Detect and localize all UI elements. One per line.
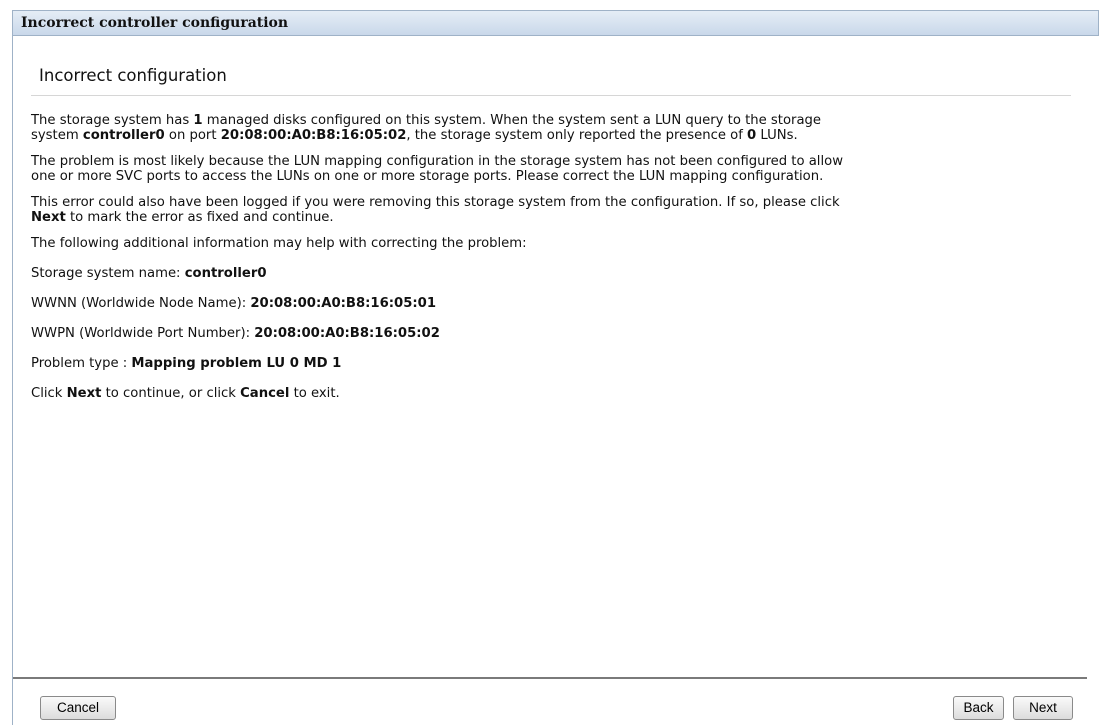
dialog-window: Incorrect controller configuration Incor… (12, 10, 1099, 725)
text: The storage system has (31, 113, 194, 128)
text: to mark the error as fixed and continue. (65, 210, 334, 225)
dialog-content: Incorrect configuration The storage syst… (13, 66, 1099, 401)
value: controller0 (184, 266, 267, 281)
info-storage-name: Storage system name: controller0 (31, 266, 1071, 281)
text: LUNs. (756, 128, 798, 143)
paragraph-problem: The problem is most likely because the L… (31, 154, 1071, 184)
paragraph-additional-info: The following additional information may… (31, 236, 527, 251)
paragraph-lun-query: The storage system has 1 managed disks c… (31, 113, 1071, 143)
footer-divider (13, 677, 1087, 679)
text: to exit. (289, 386, 340, 401)
disk-count: 1 (193, 113, 203, 128)
value: 20:08:00:A0:B8:16:05:01 (250, 296, 436, 311)
paragraph-removal: This error could also have been logged i… (31, 195, 1071, 225)
value: 20:08:00:A0:B8:16:05:02 (254, 326, 440, 341)
text: system (31, 128, 83, 143)
lun-count: 0 (747, 128, 757, 143)
text: Click (31, 386, 67, 401)
value: Mapping problem LU 0 MD 1 (131, 356, 342, 371)
text: The problem is most likely because the L… (31, 154, 843, 169)
text: This error could also have been logged i… (31, 195, 840, 210)
label: Problem type : (31, 356, 132, 371)
controller-name: controller0 (82, 128, 165, 143)
page-heading: Incorrect configuration (31, 66, 1071, 96)
text: on port (164, 128, 221, 143)
info-wwpn: WWPN (Worldwide Port Number): 20:08:00:A… (31, 326, 1071, 341)
next-button[interactable]: Next (1013, 696, 1073, 720)
label: WWNN (Worldwide Node Name): (31, 296, 251, 311)
label: Storage system name: (31, 266, 185, 281)
port-id: 20:08:00:A0:B8:16:05:02 (220, 128, 407, 143)
closing-instructions: Click Next to continue, or click Cancel … (31, 386, 1071, 401)
back-button[interactable]: Back (953, 696, 1004, 720)
text: , the storage system only reported the p… (406, 128, 748, 143)
info-wwnn: WWNN (Worldwide Node Name): 20:08:00:A0:… (31, 296, 1071, 311)
info-problem-type: Problem type : Mapping problem LU 0 MD 1 (31, 356, 1071, 371)
next-keyword: Next (66, 386, 102, 401)
text: managed disks configured on this system.… (202, 113, 822, 128)
label: WWPN (Worldwide Port Number): (31, 326, 255, 341)
cancel-button[interactable]: Cancel (40, 696, 116, 720)
next-keyword: Next (31, 210, 66, 225)
text: one or more SVC ports to access the LUNs… (31, 169, 824, 184)
text: to continue, or click (101, 386, 241, 401)
cancel-keyword: Cancel (240, 386, 290, 401)
window-title: Incorrect controller configuration (13, 10, 1099, 36)
